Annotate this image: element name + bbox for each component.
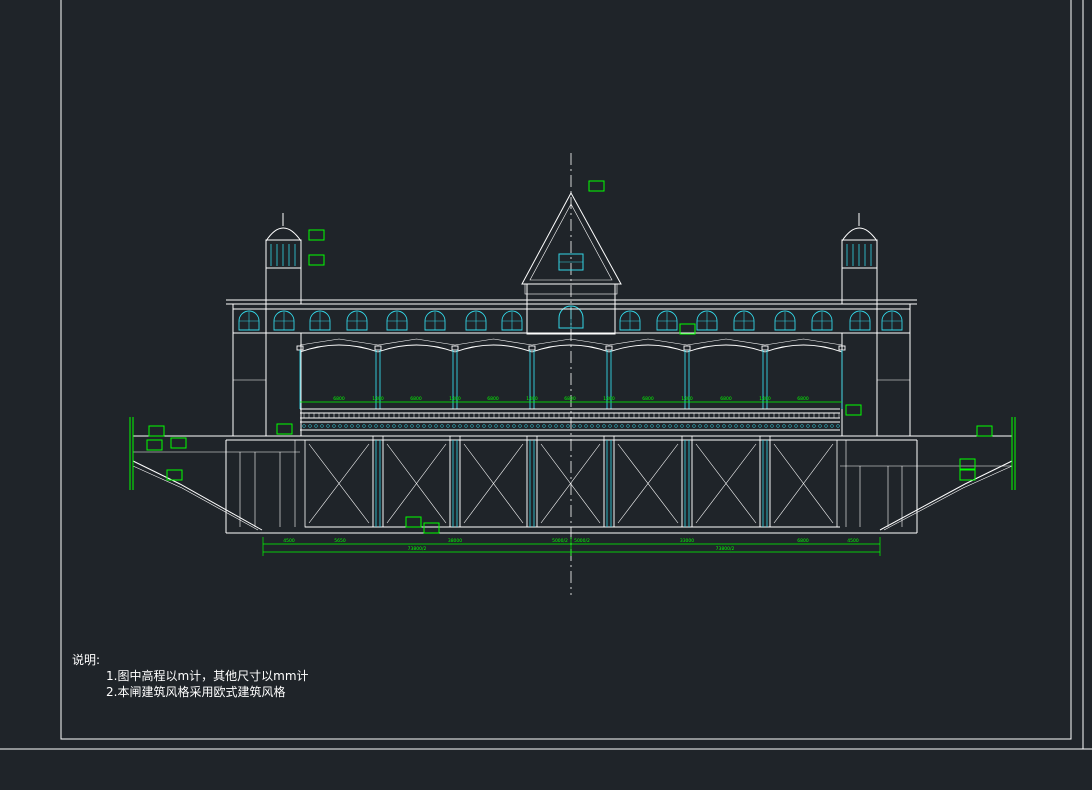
dim-label: 1400 (449, 396, 461, 402)
dim-label: 4500 (847, 538, 859, 544)
dim-label: 1400 (681, 396, 693, 402)
dim-label: 73800/2 (408, 546, 427, 552)
dim-label: 38000 (448, 538, 462, 544)
dim-label: 6800 (333, 396, 345, 402)
dim-label: 5650 (334, 538, 346, 544)
dim-label: 1400 (526, 396, 538, 402)
dim-label: 6800 (720, 396, 732, 402)
dim-label: 1400 (759, 396, 771, 402)
dim-label: 5000/2 (574, 538, 590, 544)
dim-label: 1400 (603, 396, 615, 402)
dim-label: 6800 (564, 396, 576, 402)
notes-heading: 说明: (72, 653, 101, 667)
drawing-notes: 说明: 1.图中高程以m计，其他尺寸以mm计 2.本闸建筑风格采用欧式建筑风格 (72, 652, 309, 700)
dim-label: 6800 (487, 396, 499, 402)
note-item-1: 1.图中高程以m计，其他尺寸以mm计 (106, 669, 309, 683)
note-item-2: 2.本闸建筑风格采用欧式建筑风格 (106, 685, 286, 699)
dim-label: 4500 (283, 538, 295, 544)
dim-label: 1400 (372, 396, 384, 402)
dim-label: 6800 (410, 396, 422, 402)
dim-label: 6800 (797, 538, 809, 544)
dim-label: 33000 (680, 538, 694, 544)
dim-label: 73800/2 (716, 546, 735, 552)
dim-label: 5000/2 (552, 538, 568, 544)
dim-label: 6800 (797, 396, 809, 402)
dim-label: 6800 (642, 396, 654, 402)
